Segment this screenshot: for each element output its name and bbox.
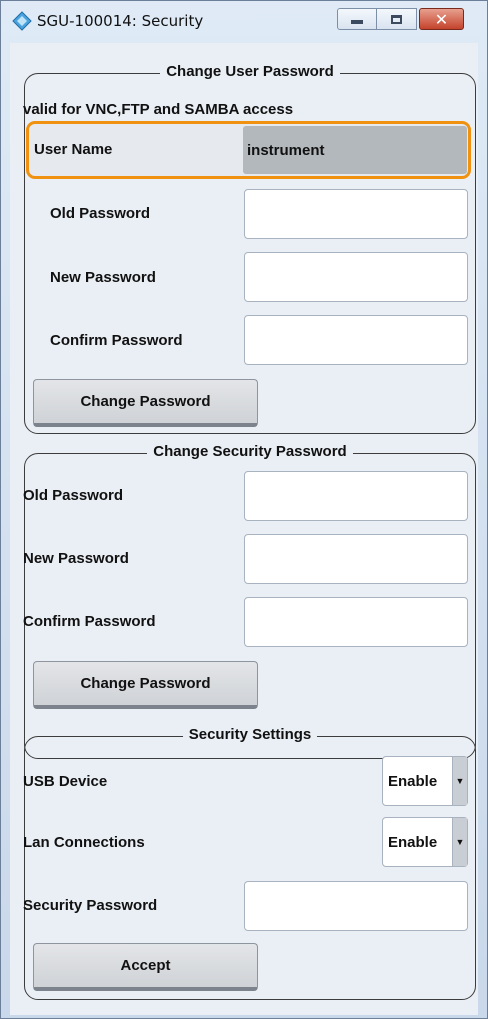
group-title-user-password: Change User Password [160, 63, 340, 80]
sec-confirm-password-field[interactable] [244, 597, 468, 647]
group-title-security-password: Change Security Password [147, 443, 353, 460]
accept-button[interactable]: Accept [33, 943, 258, 991]
lan-connections-value: Enable [388, 833, 438, 851]
old-password-label: Old Password [50, 205, 151, 222]
user-name-label: User Name [34, 141, 113, 158]
new-password-label: New Password [50, 269, 156, 286]
confirm-password-label: Confirm Password [50, 332, 183, 349]
close-button[interactable]: ✕ [419, 8, 464, 30]
change-security-password-button[interactable]: Change Password [33, 661, 258, 709]
sec-old-password-field[interactable] [244, 471, 468, 521]
old-password-field[interactable] [244, 189, 468, 239]
app-diamond-icon [12, 11, 32, 31]
dropdown-arrow-icon: ▼ [452, 757, 467, 805]
sec-new-password-label: New Password [23, 550, 129, 567]
minimize-button[interactable] [337, 8, 377, 30]
lan-connections-select[interactable]: Enable ▼ [382, 817, 468, 867]
maximize-button[interactable] [377, 8, 417, 30]
access-note: valid for VNC,FTP and SAMBA access [23, 101, 294, 118]
sec-confirm-password-label: Confirm Password [23, 613, 156, 630]
new-password-field[interactable] [244, 252, 468, 302]
security-dialog: SGU-100014: Security ✕ Change User Passw… [0, 0, 488, 1019]
minimize-icon [351, 20, 363, 24]
sec-new-password-field[interactable] [244, 534, 468, 584]
maximize-icon [391, 14, 402, 24]
usb-device-select[interactable]: Enable ▼ [382, 756, 468, 806]
title-bar[interactable]: SGU-100014: Security ✕ [1, 1, 487, 43]
usb-device-value: Enable [388, 772, 438, 790]
security-password-field[interactable] [244, 881, 468, 931]
close-icon: ✕ [434, 9, 449, 29]
dropdown-arrow-icon: ▼ [452, 818, 467, 866]
sec-old-password-label: Old Password [23, 487, 124, 504]
group-title-security-settings: Security Settings [182, 726, 318, 743]
confirm-password-field[interactable] [244, 315, 468, 365]
change-user-password-button[interactable]: Change Password [33, 379, 258, 427]
security-password-label: Security Password [23, 897, 158, 914]
user-name-row[interactable]: User Name instrument [26, 121, 471, 179]
window-title: SGU-100014: Security [37, 12, 204, 30]
usb-device-label: USB Device [23, 773, 108, 790]
user-name-value[interactable]: instrument [243, 126, 467, 174]
dialog-client-area: Change User Password valid for VNC,FTP a… [10, 43, 478, 1015]
lan-connections-label: Lan Connections [23, 834, 145, 851]
